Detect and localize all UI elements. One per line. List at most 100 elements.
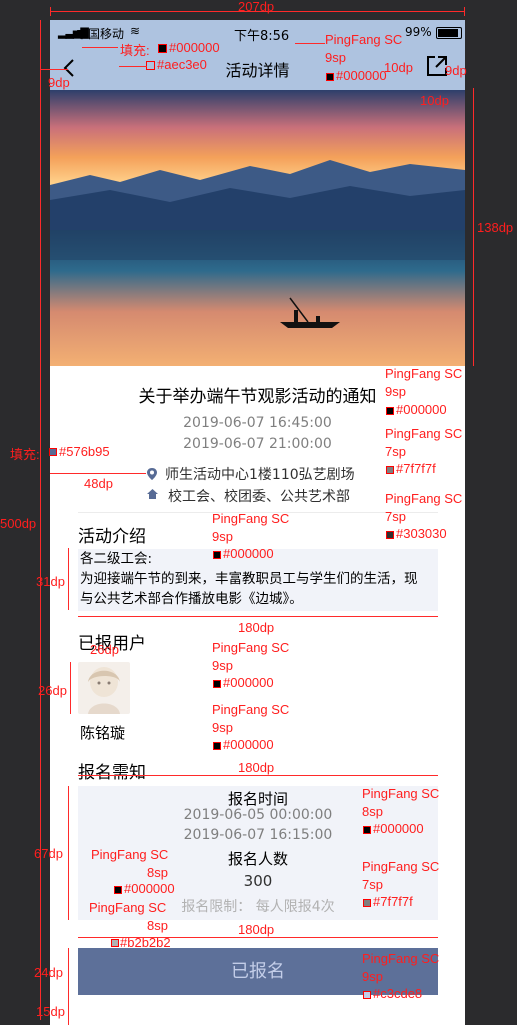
dimension-line (40, 20, 41, 1020)
icon-size: 10dp (420, 93, 449, 108)
size-annotation: 9sp (212, 529, 233, 544)
size-annotation: 8sp (147, 865, 168, 880)
font-annotation: PingFang SC (385, 366, 463, 381)
fill-label: 填充: (10, 447, 40, 462)
font-annotation: PingFang SC (325, 32, 403, 47)
color-swatch (158, 44, 167, 53)
color-code: #000000 (396, 402, 447, 417)
size-annotation: 8sp (362, 804, 383, 819)
intro-height: 31dp (36, 574, 65, 589)
intro-line: 与公共艺术部合作播放电影《边城》。 (80, 591, 303, 607)
hero-image (50, 90, 465, 366)
battery-icon (436, 27, 462, 39)
intro-width: 180dp (238, 620, 275, 635)
box-width: 180dp (238, 922, 275, 937)
dimension-line (78, 616, 438, 617)
color-swatch (114, 886, 122, 894)
notice-height: 67dp (34, 846, 63, 861)
color-swatch (363, 899, 371, 907)
fill-label: 填充: (120, 43, 150, 58)
intro-line: 为迎接端午节的到来，丰富教职员工与学生们的生活，现 (80, 571, 418, 587)
color-code: #000000 (169, 40, 220, 55)
carrier-label: 中国移动 (76, 27, 125, 41)
leader-line (119, 66, 147, 67)
leader-line (82, 47, 118, 48)
dimension-line (68, 548, 69, 610)
color-swatch (213, 742, 221, 750)
color-swatch (213, 551, 221, 559)
dimension-line (68, 786, 69, 920)
color-code: #c3cde8 (373, 986, 423, 1001)
color-code: #7f7f7f (396, 461, 436, 476)
color-code: #000000 (336, 68, 387, 83)
icon-size: 9dp (445, 63, 467, 78)
size-annotation: 9sp (212, 658, 233, 673)
color-swatch (386, 531, 394, 539)
leader-line (295, 43, 325, 44)
color-swatch (326, 73, 334, 81)
dimension-line (78, 937, 438, 938)
font-annotation: PingFang SC (212, 511, 290, 526)
color-code: #000000 (223, 546, 274, 561)
font-annotation: PingFang SC (212, 702, 290, 717)
icon-size: 10dp (384, 60, 413, 75)
dimension-tick (50, 7, 51, 16)
color-code: #303030 (396, 526, 447, 541)
user-name: 陈铭璇 (80, 724, 126, 742)
color-swatch (386, 407, 394, 415)
color-swatch (111, 939, 119, 947)
font-annotation: PingFang SC (385, 491, 463, 506)
avatar[interactable] (78, 662, 130, 714)
dimension-line (473, 88, 474, 366)
color-swatch (49, 448, 57, 456)
color-swatch (213, 680, 221, 688)
color-code: #000000 (373, 821, 424, 836)
size-annotation: 9sp (212, 720, 233, 735)
font-annotation: PingFang SC (362, 786, 440, 801)
font-annotation: PingFang SC (212, 640, 290, 655)
dimension-line (68, 948, 69, 995)
dimension-line (68, 995, 69, 1025)
size-annotation: 8sp (147, 918, 168, 933)
size-annotation: 7sp (385, 509, 406, 524)
status-bar: ▂▃▅▇ 中国移动 ≋ 下午8:56 99% (50, 20, 465, 46)
color-code: #aec3e0 (157, 57, 207, 72)
back-padding: 9dp (48, 75, 70, 90)
color-code: #000000 (223, 675, 274, 690)
height-annotation: 500dp (0, 516, 37, 531)
color-swatch (386, 466, 394, 474)
dimension-line (50, 473, 146, 474)
event-location: 师生活动中心1楼110弘艺剧场 (165, 467, 355, 483)
indent-annotation: 48dp (84, 476, 113, 491)
wifi-icon: ≋ (130, 24, 141, 38)
dimension-line (70, 662, 71, 714)
font-annotation: PingFang SC (362, 951, 440, 966)
clock: 下午8:56 (234, 29, 290, 44)
event-organizer: 校工会、校团委、公共艺术部 (168, 489, 350, 505)
color-code: #7f7f7f (373, 894, 413, 909)
color-code: #000000 (223, 737, 274, 752)
leader-line (40, 69, 68, 70)
dimension-line (78, 775, 438, 776)
color-swatch (363, 991, 371, 999)
intro-heading: 活动介绍 (78, 527, 146, 547)
home-icon (147, 489, 158, 499)
size-annotation: 9sp (362, 969, 383, 984)
image-height: 138dp (477, 220, 514, 235)
font-annotation: PingFang SC (362, 859, 440, 874)
size-annotation: 7sp (362, 877, 383, 892)
notice-heading: 报名需知 (78, 763, 146, 783)
bottom-gap: 15dp (36, 1004, 65, 1019)
font-annotation: PingFang SC (89, 900, 167, 915)
location-pin-icon (147, 468, 157, 480)
font-annotation: PingFang SC (385, 426, 463, 441)
avatar-height: 26dp (38, 683, 67, 698)
color-code: #576b95 (59, 444, 110, 459)
avatar-width: 26dp (90, 642, 119, 657)
font-annotation: PingFang SC (91, 847, 169, 862)
size-annotation: 9sp (325, 50, 346, 65)
width-annotation: 207dp (238, 0, 275, 14)
color-swatch (363, 826, 371, 834)
color-code: #000000 (124, 881, 175, 896)
dimension-tick (464, 7, 465, 16)
